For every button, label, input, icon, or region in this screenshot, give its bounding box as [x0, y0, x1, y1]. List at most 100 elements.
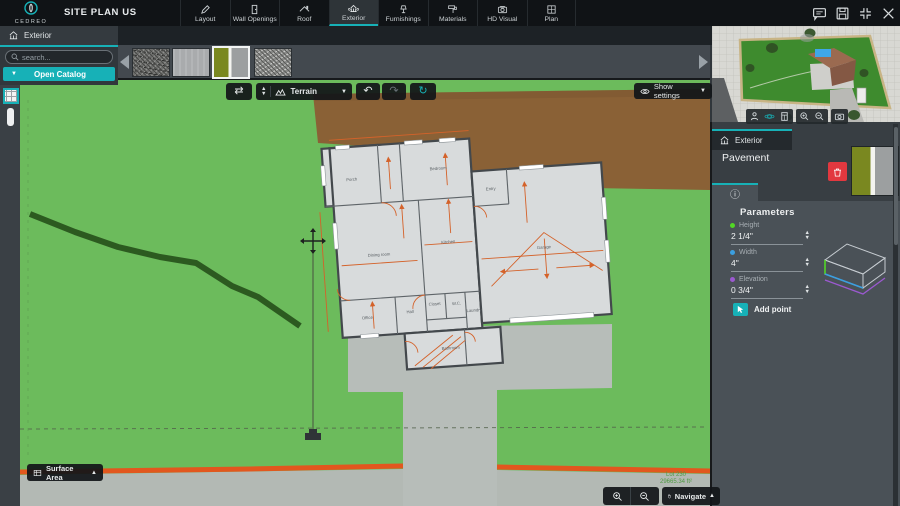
material-thumb-gravel-dark[interactable]: [132, 48, 170, 77]
plan-view-icon[interactable]: [779, 111, 790, 122]
material-thumb-grass-curb-selected[interactable]: [212, 46, 250, 79]
zoom-out-icon[interactable]: [814, 111, 825, 122]
elevation-dot: [730, 277, 735, 282]
hand-icon: [667, 491, 672, 501]
project-title: SITE PLAN US: [64, 7, 137, 18]
scroll-left-icon[interactable]: [120, 55, 129, 69]
application-window: CEDREO SITE PLAN US Layout Wall Openings…: [0, 0, 900, 506]
elevation-stepper[interactable]: ▲▼: [805, 285, 810, 294]
collapse-icon[interactable]: [858, 6, 873, 21]
add-point-label: Add point: [754, 305, 791, 314]
sync-button[interactable]: ↻: [410, 83, 436, 100]
width-input[interactable]: 4": [731, 258, 803, 272]
person-view-icon[interactable]: [749, 111, 760, 122]
search-input[interactable]: [22, 53, 102, 62]
camera-icon: [497, 4, 508, 15]
zoom-in-icon[interactable]: [799, 111, 810, 122]
caret-down-icon: ▼: [11, 71, 17, 77]
tab-layout[interactable]: Layout: [180, 0, 230, 26]
navigate-button[interactable]: Navigate ▲: [662, 487, 720, 505]
search-box: [5, 50, 113, 64]
close-icon[interactable]: [881, 6, 896, 21]
undo-icon: ↶: [363, 86, 372, 97]
canvas-left-strip: [0, 85, 20, 506]
tab-wall-openings[interactable]: Wall Openings: [230, 0, 280, 26]
height-stepper[interactable]: ▲▼: [805, 231, 810, 240]
material-thumb-concrete[interactable]: [172, 48, 210, 77]
orbit-view-icon[interactable]: [764, 111, 775, 122]
info-tab[interactable]: ⓘ: [712, 183, 758, 201]
zoom-out-icon: [639, 491, 650, 502]
material-thumb-gravel-light[interactable]: [254, 48, 292, 77]
tab-furnishings[interactable]: Furnishings: [378, 0, 428, 26]
caret-down-icon: ▼: [700, 88, 706, 94]
material-swatch-tool[interactable]: [3, 88, 19, 104]
add-point-icon: [733, 303, 748, 316]
floor-stepper-icon[interactable]: ▲▼: [261, 87, 266, 96]
zoom-out-button[interactable]: [631, 487, 658, 505]
delete-button[interactable]: [828, 162, 847, 181]
sidebar-tab-exterior[interactable]: Exterior: [0, 26, 118, 45]
tab-exterior[interactable]: Exterior: [329, 0, 379, 26]
surface-area-button[interactable]: Surface Area ▲: [27, 464, 103, 481]
pavement-diagram: [813, 230, 895, 315]
width-dot: [730, 250, 735, 255]
table-icon: [33, 468, 42, 478]
save-icon[interactable]: [835, 6, 850, 21]
elevation-label: Elevation: [739, 276, 768, 283]
tab-roof[interactable]: Roof: [279, 0, 329, 26]
eye-icon: [640, 87, 650, 96]
blueprint-icon: [546, 4, 557, 15]
zoom-in-button[interactable]: [604, 487, 631, 505]
width-label: Width: [739, 249, 757, 256]
scrollbar-thumb[interactable]: [894, 127, 898, 245]
room-label: Kitchen: [441, 239, 456, 245]
right-panel-tab-label: Exterior: [735, 136, 763, 145]
divider: [270, 86, 271, 97]
tab-plan[interactable]: Plan: [527, 0, 577, 26]
comment-icon[interactable]: [812, 6, 827, 21]
elevation-input[interactable]: 0 3/4": [731, 285, 803, 299]
main-tabs: Layout Wall Openings Roof Exterior Furni…: [180, 0, 576, 26]
house-icon: [719, 135, 730, 146]
3d-preview[interactable]: [712, 26, 900, 122]
zoom-in-icon: [612, 491, 623, 502]
tool-handle[interactable]: [7, 108, 14, 126]
house-icon: [8, 30, 19, 41]
info-icon: ⓘ: [730, 186, 740, 201]
site-plan-canvas[interactable]: PorchBedroomDining roomKitchenGarageEntr…: [20, 80, 710, 506]
swap-view-button[interactable]: ⇄: [226, 83, 252, 100]
right-panel-tab-exterior[interactable]: Exterior: [712, 129, 792, 150]
snapshot-camera-icon[interactable]: [834, 111, 845, 122]
show-settings-button[interactable]: Show settings ▼: [634, 83, 712, 99]
height-input[interactable]: 2 1/4": [731, 231, 803, 245]
room-label: Porch: [346, 176, 358, 182]
cedreo-logo: CEDREO: [6, 1, 56, 25]
add-point-button[interactable]: Add point: [733, 302, 791, 317]
show-settings-label: Show settings: [654, 82, 696, 100]
scroll-right-icon[interactable]: [699, 55, 708, 69]
undo-button[interactable]: ↶: [356, 83, 380, 100]
house-trees-icon: [348, 3, 359, 14]
room-label: Closet: [428, 301, 441, 307]
open-catalog-button[interactable]: ▼ Open Catalog: [3, 67, 115, 81]
selected-material-thumbnail[interactable]: [851, 146, 899, 196]
pencil-icon: [200, 4, 211, 15]
lot-area: 29665.34 ft²: [642, 479, 710, 486]
height-label: Height: [739, 222, 759, 229]
room-label: Entry: [486, 186, 497, 192]
redo-button[interactable]: ↷: [382, 83, 406, 100]
terrain-dropdown[interactable]: ▲▼ Terrain ▼: [256, 83, 352, 100]
navigate-label: Navigate: [675, 492, 706, 501]
materials-thumbnail-bar: [118, 45, 710, 80]
zoom-controls: [603, 487, 659, 505]
width-stepper[interactable]: ▲▼: [805, 258, 810, 267]
caret-up-icon: ▲: [709, 493, 715, 499]
paint-roller-icon: [447, 4, 458, 15]
trash-icon: [832, 166, 843, 178]
lot-area-label: Lot 230 29665.34 ft²: [642, 472, 710, 486]
height-dot: [730, 223, 735, 228]
tab-materials[interactable]: Materials: [428, 0, 478, 26]
topbar: CEDREO SITE PLAN US Layout Wall Openings…: [0, 0, 900, 26]
tab-hd-visual[interactable]: HD Visual: [477, 0, 527, 26]
